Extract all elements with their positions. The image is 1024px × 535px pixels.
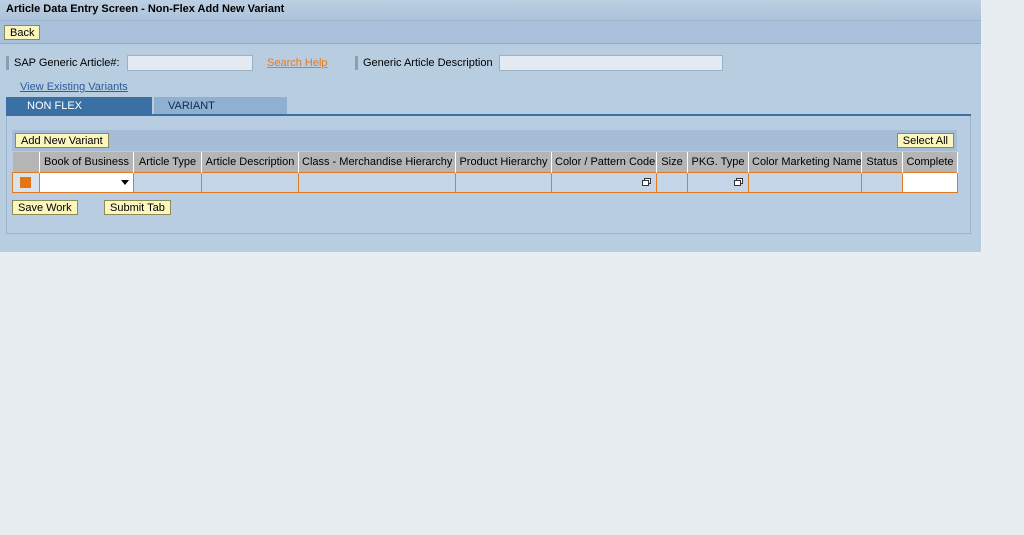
copy-icon[interactable] [642,178,651,186]
row-selector-cell[interactable] [12,172,40,193]
row-selector-icon[interactable] [20,177,31,188]
copy-icon[interactable] [734,178,743,186]
search-help-link[interactable]: Search Help [267,57,328,69]
col-header-class-merchandise-hierarchy[interactable]: Class - Merchandise Hierarchy [298,152,456,173]
col-header-selector [12,152,40,173]
window-title: Article Data Entry Screen - Non-Flex Add… [6,3,285,15]
variant-table: Book of Business Article Type Article De… [12,152,958,193]
col-header-article-type[interactable]: Article Type [133,152,202,173]
title-bar: Article Data Entry Screen - Non-Flex Add… [0,0,981,21]
app-window: Article Data Entry Screen - Non-Flex Add… [0,0,981,252]
tab-non-flex-production[interactable]: NON FLEX PRODUCTION [6,97,152,130]
table-toolbar: Add New Variant Select All [12,130,957,151]
color-pattern-code-cell[interactable] [551,172,657,193]
article-type-cell[interactable] [133,172,202,193]
col-header-book-of-business[interactable]: Book of Business [39,152,134,173]
back-button[interactable]: Back [4,25,41,40]
product-hierarchy-cell[interactable] [455,172,552,193]
col-header-color-marketing-name[interactable]: Color Marketing Name [748,152,862,173]
toolbar: Back [0,21,981,44]
tab-variant-production[interactable]: VARIANT PRODUCTION [154,97,287,130]
complete-cell[interactable] [902,172,958,193]
col-header-color-pattern-code[interactable]: Color / Pattern Code [551,152,657,173]
generic-description-input[interactable] [499,55,723,71]
book-of-business-select[interactable] [39,172,134,193]
table-row [12,172,958,193]
col-header-complete[interactable]: Complete [902,152,958,173]
view-existing-variants-link[interactable]: View Existing Variants [20,81,128,93]
article-description-cell[interactable] [201,172,299,193]
col-header-pkg-type[interactable]: PKG. Type [687,152,749,173]
save-work-button[interactable]: Save Work [12,200,78,215]
size-cell[interactable] [656,172,688,193]
class-merchandise-hierarchy-cell[interactable] [298,172,456,193]
table-header-row: Book of Business Article Type Article De… [12,152,958,173]
col-header-status[interactable]: Status [861,152,903,173]
col-header-product-hierarchy[interactable]: Product Hierarchy [455,152,552,173]
chevron-down-icon[interactable] [121,180,129,185]
status-cell [861,172,903,193]
col-header-size[interactable]: Size [656,152,688,173]
color-marketing-name-cell[interactable] [748,172,862,193]
generic-description-label: Generic Article Description [355,56,493,70]
sap-generic-article-input[interactable] [127,55,253,71]
add-new-variant-button[interactable]: Add New Variant [15,133,109,148]
select-all-button[interactable]: Select All [896,133,954,148]
pkg-type-cell[interactable] [687,172,749,193]
submit-tab-button[interactable]: Submit Tab [104,200,171,215]
sap-generic-article-label: SAP Generic Article#: [6,56,120,70]
col-header-article-description[interactable]: Article Description [201,152,299,173]
